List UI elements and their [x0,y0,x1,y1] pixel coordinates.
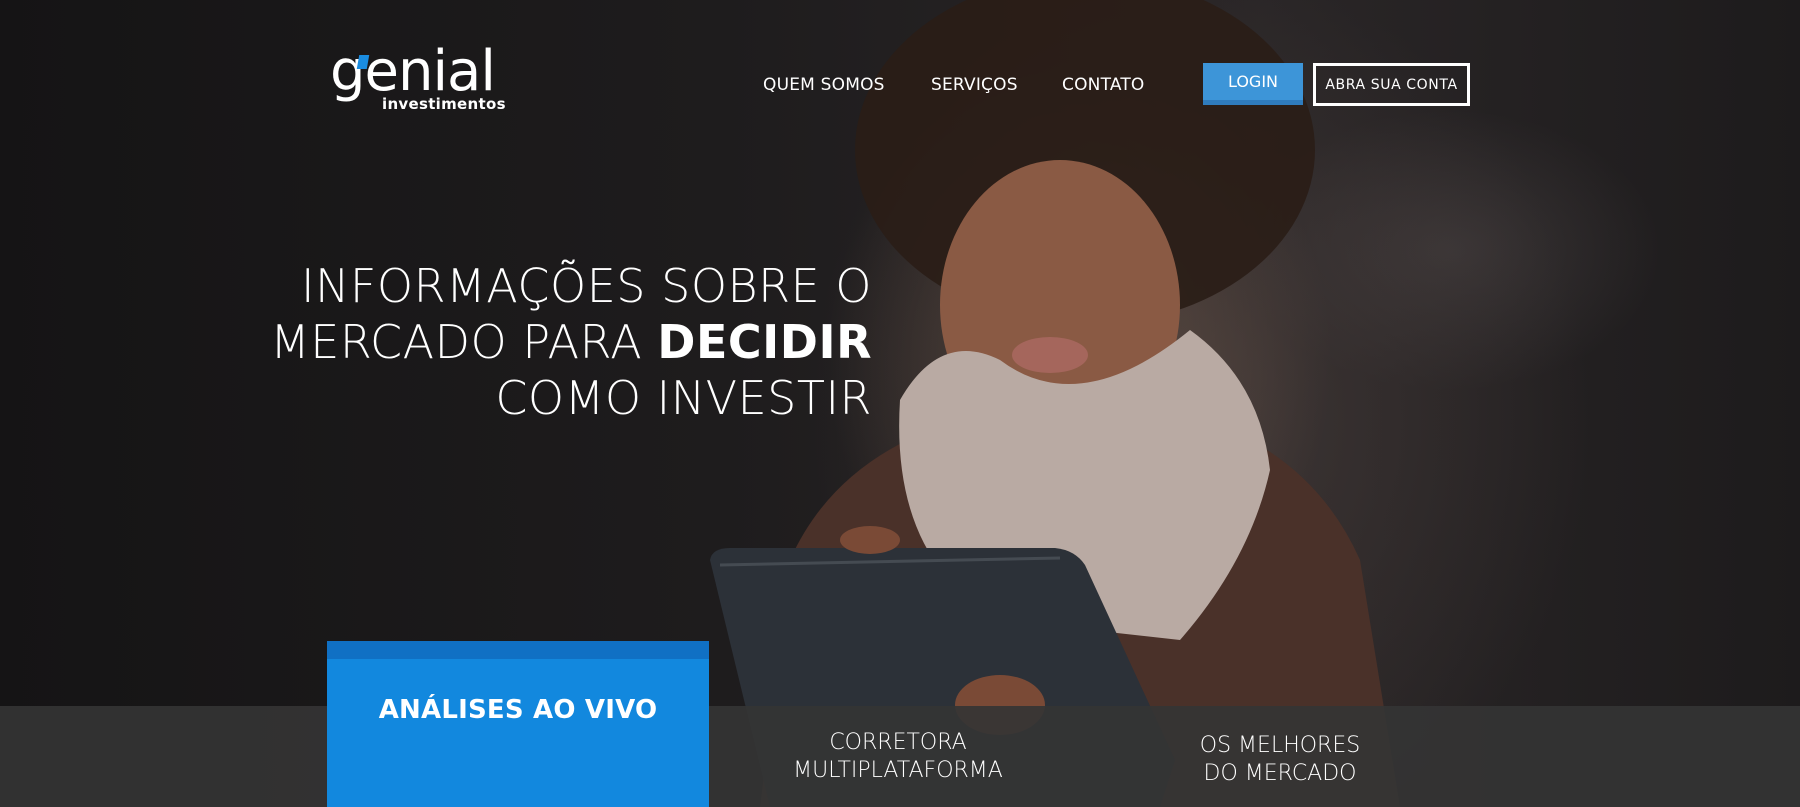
nav-item-quem-somos[interactable]: QUEM SOMOS [763,75,885,95]
feature-corretora[interactable]: CORRETORA MULTIPLATAFORMA [749,729,1047,785]
headline-line-3: COMO INVESTIR [495,371,872,425]
hero-headline: INFORMAÇÕES SOBRE O MERCADO PARA DECIDIR… [270,258,872,426]
logo-subtitle: investimentos [382,95,506,113]
nav-item-contato[interactable]: CONTATO [1062,75,1145,95]
nav-item-servicos[interactable]: SERVIÇOS [931,75,1018,95]
login-button[interactable]: LOGIN [1203,63,1303,105]
feature-line-2: DO MERCADO [1203,761,1357,786]
headline-emphasis: DECIDIR [657,315,872,369]
headline-line-2-prefix: MERCADO PARA [270,315,658,369]
logo[interactable]: genial investimentos [330,44,506,120]
feature-line-2: MULTIPLATAFORMA [793,758,1003,783]
feature-card-title: ANÁLISES AO VIVO [378,695,658,725]
feature-line-1: CORRETORA [829,730,967,755]
logo-wordmark: genial [330,39,496,104]
feature-card-analises[interactable]: ANÁLISES AO VIVO [327,641,709,807]
feature-line-1: OS MELHORES [1199,733,1361,758]
headline-line-1: INFORMAÇÕES SOBRE O [300,259,872,313]
feature-melhores[interactable]: OS MELHORES DO MERCADO [1130,732,1430,788]
open-account-button[interactable]: ABRA SUA CONTA [1313,63,1470,106]
headline-line-2: MERCADO PARA DECIDIR [270,314,872,370]
